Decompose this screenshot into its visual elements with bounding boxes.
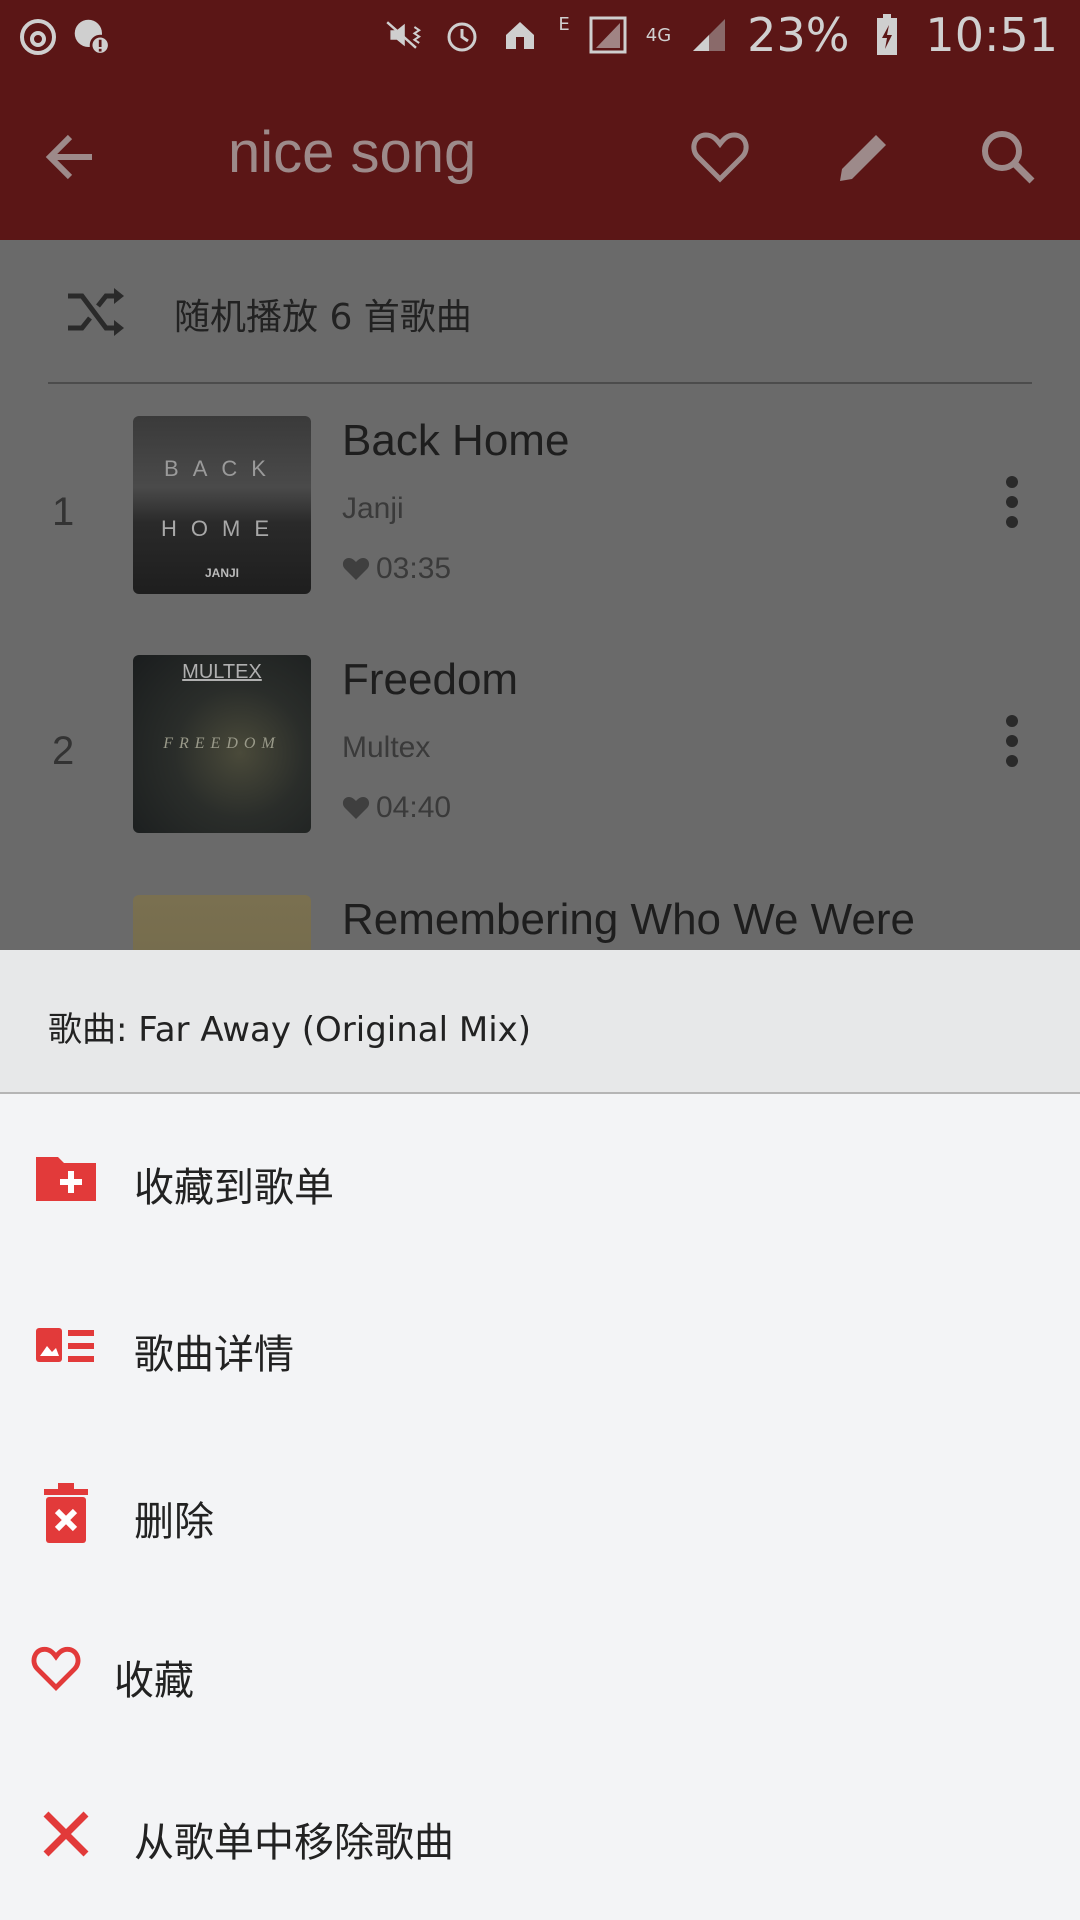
mute-vibrate-icon — [384, 12, 424, 58]
song-row[interactable]: 2 MULTEX FREEDOM Freedom Multex 04:40 — [0, 655, 1080, 895]
netease-music-icon — [18, 14, 58, 60]
toolbar: nice song — [0, 75, 1080, 240]
more-options-icon[interactable] — [1004, 715, 1020, 767]
duration-text: 03:35 — [376, 552, 452, 585]
divider — [48, 382, 1032, 384]
cover-text-bottom: HOME — [161, 516, 283, 541]
heart-icon — [30, 1642, 94, 1706]
search-icon — [982, 131, 1035, 184]
playlist-title: nice song — [228, 120, 477, 185]
heart-small-icon — [342, 558, 370, 580]
battery-percent: 23% — [747, 8, 850, 62]
close-icon — [34, 1802, 98, 1866]
album-cover: BACK HOME JANJI — [133, 416, 311, 594]
menu-label: 歌曲详情 — [134, 1332, 294, 1378]
song-row[interactable]: 1 BACK HOME JANJI Back Home Janji 03:35 — [0, 416, 1080, 656]
song-number: 2 — [52, 729, 75, 773]
cover-text-top: BACK — [164, 456, 280, 481]
menu-remove-from-playlist[interactable]: 从歌单中移除歌曲 — [0, 1760, 1080, 1910]
song-title: Remembering Who We Were — [342, 895, 916, 944]
song-number: 1 — [52, 490, 75, 534]
album-cover: MULTEX FREEDOM — [133, 655, 311, 833]
network-type-4g: 4G — [645, 24, 672, 46]
notification-alert-icon — [72, 14, 112, 60]
menu-add-to-playlist[interactable]: 收藏到歌单 — [0, 1105, 1080, 1255]
menu-delete[interactable]: 删除 — [0, 1439, 1080, 1589]
more-options-icon[interactable] — [1004, 476, 1020, 528]
song-options-sheet: 歌曲: Far Away (Original Mix) 收藏到歌单 歌曲详情 删… — [0, 950, 1080, 1920]
duration-text: 04:40 — [376, 791, 452, 824]
sheet-header-text: 歌曲: Far Away (Original Mix) — [48, 1010, 532, 1050]
heart-outline-icon — [691, 132, 749, 183]
song-row[interactable]: Remembering Who We Were — [0, 895, 1080, 950]
song-title: Freedom — [342, 655, 519, 704]
song-title: Back Home — [342, 416, 570, 465]
cover-text-top: MULTEX — [182, 661, 262, 683]
cell-signal-icon — [689, 12, 729, 58]
menu-song-details[interactable]: 歌曲详情 — [0, 1272, 1080, 1422]
clock: 10:51 — [925, 8, 1058, 62]
menu-favorite[interactable]: 收藏 — [0, 1600, 1080, 1750]
search-button[interactable] — [976, 125, 1040, 189]
arrow-left-icon — [45, 134, 92, 180]
home-icon — [500, 12, 540, 58]
song-artist: Janji — [342, 492, 404, 525]
song-duration: 03:35 — [342, 552, 451, 586]
album-cover — [133, 895, 311, 950]
song-artist: Multex — [342, 731, 431, 764]
battery-charging-icon — [867, 12, 907, 58]
shuffle-label: 随机播放 6 首歌曲 — [174, 297, 472, 338]
folder-add-icon — [34, 1147, 98, 1211]
details-icon — [34, 1314, 98, 1378]
edit-button[interactable] — [832, 125, 896, 189]
heart-small-icon — [342, 797, 370, 819]
cover-text-bottom: FREEDOM — [163, 735, 281, 752]
menu-label: 收藏 — [114, 1658, 194, 1704]
alarm-icon — [442, 12, 482, 58]
song-list-dimmed: 随机播放 6 首歌曲 1 BACK HOME JANJI Back Home J… — [0, 240, 1080, 950]
song-duration: 04:40 — [342, 791, 451, 825]
menu-label: 收藏到歌单 — [134, 1165, 334, 1211]
menu-label: 从歌单中移除歌曲 — [134, 1820, 454, 1866]
back-button[interactable] — [40, 125, 104, 189]
pencil-icon — [840, 135, 886, 181]
shuffle-play-row[interactable]: 随机播放 6 首歌曲 — [0, 240, 1080, 382]
trash-icon — [34, 1481, 98, 1545]
shuffle-icon — [64, 284, 128, 340]
menu-label: 删除 — [134, 1499, 214, 1545]
favorite-button[interactable] — [688, 125, 752, 189]
signal-icon — [588, 12, 628, 58]
status-bar: E 4G 23% 10:51 — [0, 0, 1080, 75]
sheet-header: 歌曲: Far Away (Original Mix) — [0, 950, 1080, 1094]
network-type-e: E — [558, 14, 570, 35]
cover-brand: JANJI — [204, 566, 239, 580]
